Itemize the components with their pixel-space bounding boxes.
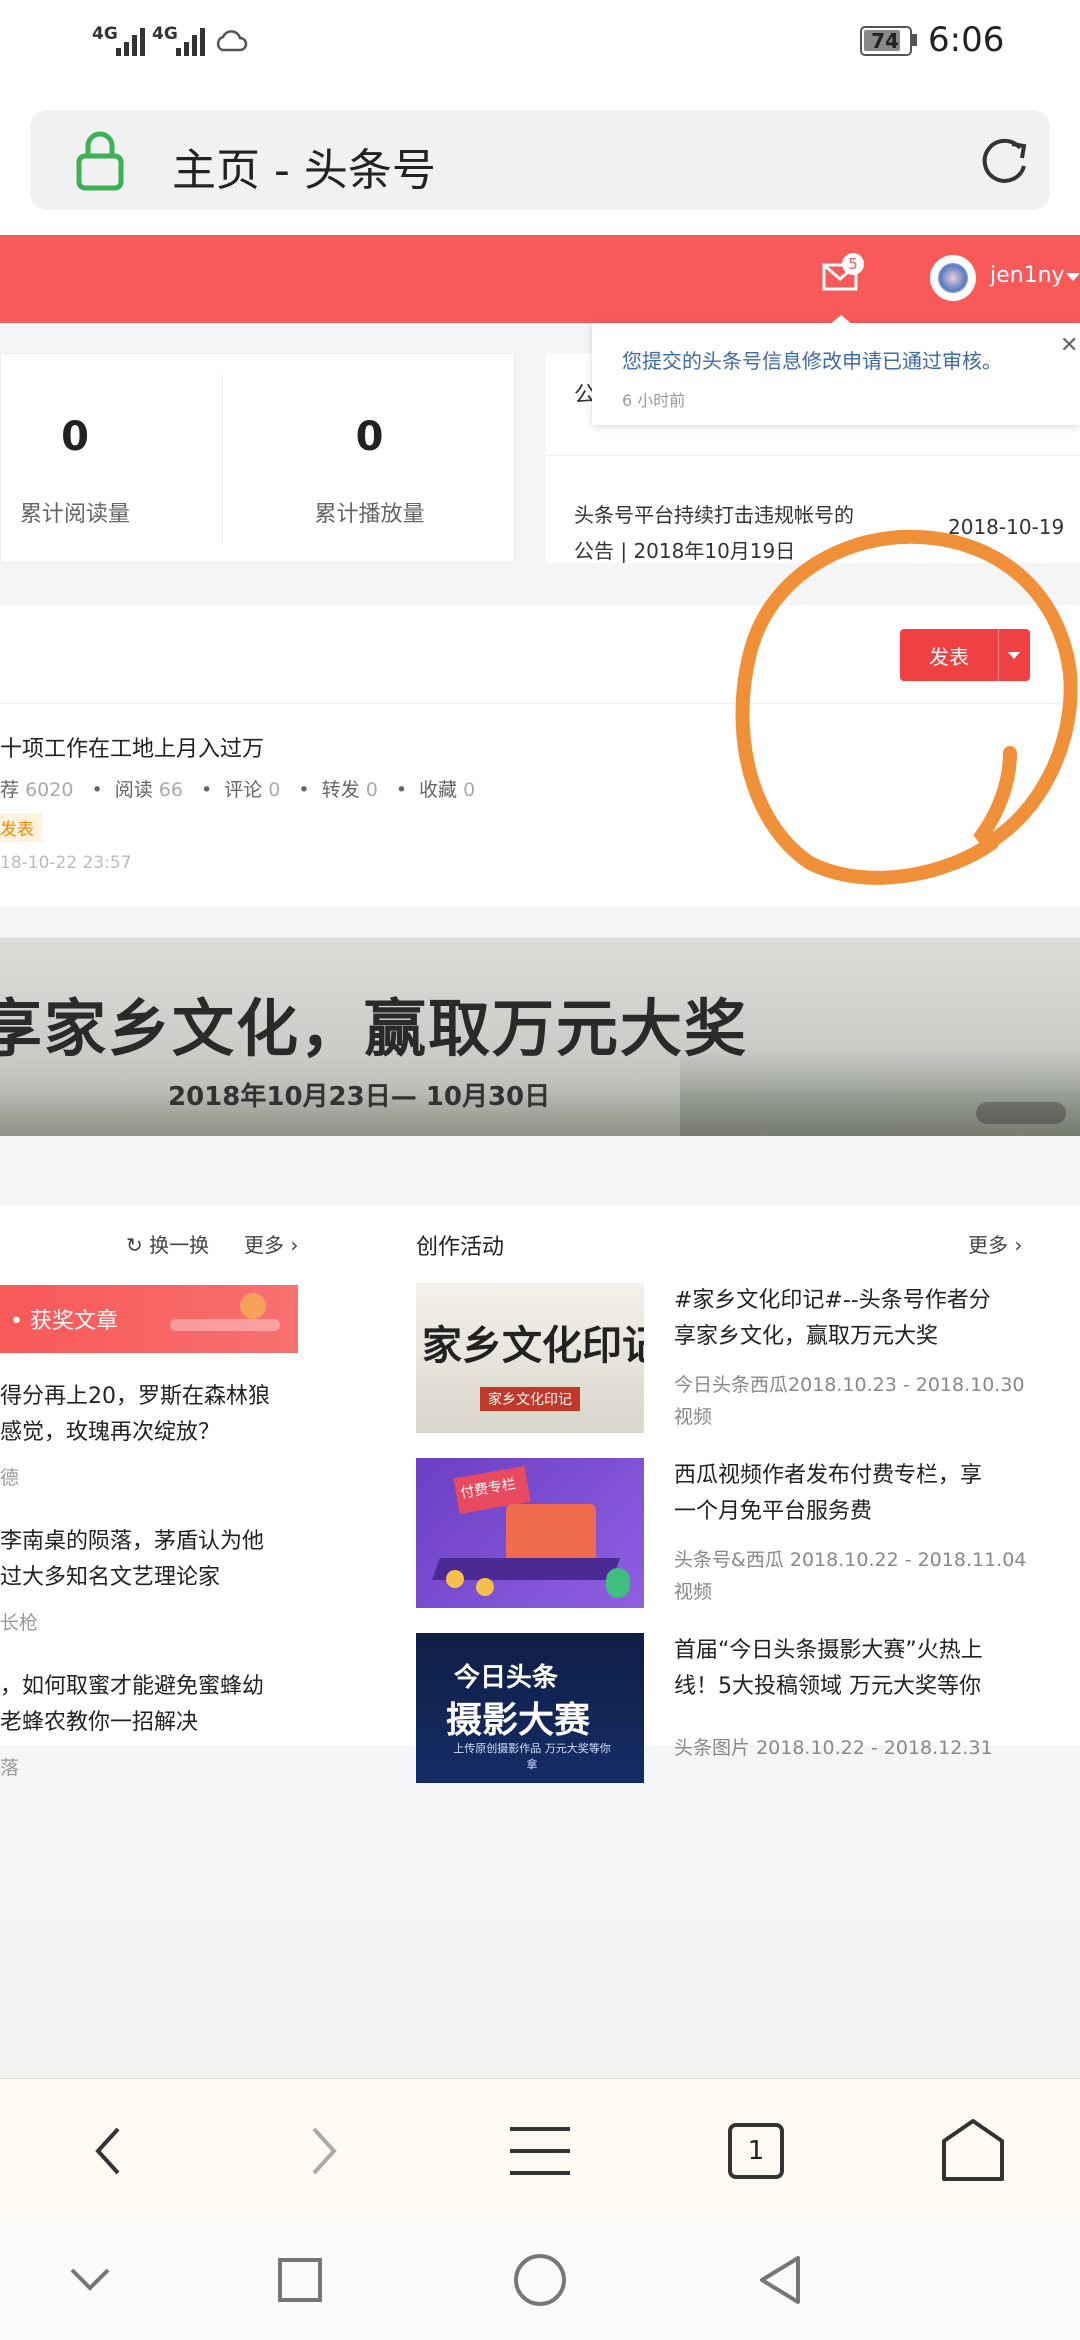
promo-banner[interactable]: 享家乡文化，赢取万元大奖 2018年10月23日— 10月30日 xyxy=(0,938,1080,1136)
home-icon[interactable] xyxy=(938,2117,1008,2183)
tabs-button[interactable]: 1 xyxy=(728,2123,784,2179)
stats-card: 0 累计阅读量 0 累计播放量 xyxy=(0,353,515,563)
main-content: 0 累计阅读量 0 累计播放量 公 头条号平台持续打击违规帐号的 公告 | 20… xyxy=(0,323,1080,1923)
activity-item[interactable]: 今日头条 摄影大赛 上传原创摄影作品 万元大奖等你拿 首届“今日头条摄影大赛”火… xyxy=(416,1633,1056,1783)
activity-thumbnail: 今日头条 摄影大赛 上传原创摄影作品 万元大奖等你拿 xyxy=(416,1633,644,1783)
award-tab[interactable]: • 获奖文章 xyxy=(0,1285,298,1353)
banner-dates: 2018年10月23日— 10月30日 xyxy=(168,1082,551,1112)
lock-icon xyxy=(76,131,124,191)
back-triangle-icon[interactable] xyxy=(756,2254,802,2306)
left-more-link[interactable]: 更多 › xyxy=(244,1229,298,1258)
browser-toolbar: 1 xyxy=(0,2078,1080,2220)
stat-play: 0 累计播放量 xyxy=(314,414,425,527)
notification-popup: 您提交的头条号信息修改申请已通过审核。 6 小时前 ✕ xyxy=(592,323,1080,425)
activities-title: 创作活动 xyxy=(416,1235,505,1260)
user-menu-chevron-icon[interactable] xyxy=(1066,273,1080,281)
home-circle-icon[interactable] xyxy=(514,2254,566,2306)
award-list-item[interactable]: 李南桌的陨落，茅盾认为他 过大多知名文艺理论家 长枪 xyxy=(0,1524,300,1635)
activity-item[interactable]: 家乡文化印记 家乡文化印记 #家乡文化印记#--头条号作者分 享家乡文化，赢取万… xyxy=(416,1283,1056,1433)
notification-text[interactable]: 您提交的头条号信息修改申请已通过审核。 xyxy=(622,345,1002,374)
network-type-label: 4G xyxy=(92,24,118,44)
avatar[interactable] xyxy=(930,255,976,301)
stat-read: 0 累计阅读量 xyxy=(19,414,130,527)
battery-icon: 74 xyxy=(860,26,912,56)
username[interactable]: jen1ny xyxy=(990,263,1065,288)
cloud-icon xyxy=(216,30,248,52)
reload-icon[interactable] xyxy=(976,132,1032,188)
signal-icon: 4G xyxy=(92,22,145,56)
menu-icon[interactable] xyxy=(508,2125,572,2177)
activities-more-link[interactable]: 更多 › xyxy=(968,1229,1022,1258)
bottom-panels: ↻ 换一换 更多 › • 获奖文章 得分再上20，罗斯在森林狼 感觉，玫瑰再次绽… xyxy=(0,1205,1080,1783)
activity-thumbnail: 付费专栏 xyxy=(416,1458,644,1608)
activity-thumbnail: 家乡文化印记 家乡文化印记 xyxy=(416,1283,644,1433)
activity-item[interactable]: 付费专栏 西瓜视频作者发布付费专栏，享 一个月免平台服务费 头条号&西瓜 201… xyxy=(416,1458,1056,1608)
back-icon[interactable] xyxy=(88,2123,128,2179)
url-field[interactable]: 主页 - 头条号 xyxy=(30,110,1050,210)
banner-pager xyxy=(976,1102,1066,1124)
award-list-item[interactable]: 得分再上20，罗斯在森林狼 感觉，玫瑰再次绽放？ 德 xyxy=(0,1379,300,1490)
article-status-badge: 发表 xyxy=(0,813,42,842)
article-stats: 荐 6020 • 阅读 66 • 评论 0 • 转发 0 • 收藏 0 xyxy=(0,779,476,801)
forward-icon[interactable] xyxy=(304,2123,344,2179)
signal-icon-2: 4G xyxy=(152,22,205,56)
page-title: 主页 - 头条号 xyxy=(172,145,436,196)
status-bar: 4G 4G 74 6:06 xyxy=(0,0,1080,90)
article-time: 18-10-22 23:57 xyxy=(0,853,132,873)
annotation-circle xyxy=(735,529,1078,885)
close-icon[interactable]: ✕ xyxy=(1060,333,1078,358)
collapse-icon[interactable] xyxy=(68,2264,112,2294)
site-header: 5 jen1ny xyxy=(0,235,1080,325)
system-navigation-bar xyxy=(0,2220,1080,2340)
award-list-item[interactable]: ，如何取蜜才能避免蜜蜂幼 老蜂农教你一招解决 落 xyxy=(0,1669,300,1780)
browser-address-bar: 主页 - 头条号 xyxy=(0,90,1080,235)
article-title[interactable]: 十项工作在工地上月入过万 xyxy=(0,731,264,763)
notification-time: 6 小时前 xyxy=(622,391,686,410)
refresh-button[interactable]: ↻ 换一换 xyxy=(126,1229,209,1258)
clock: 6:06 xyxy=(928,20,1005,60)
mail-badge: 5 xyxy=(842,253,864,275)
recents-icon[interactable] xyxy=(278,2258,322,2302)
banner-title: 享家乡文化，赢取万元大奖 xyxy=(0,992,749,1065)
network-type-label-2: 4G xyxy=(152,24,178,44)
